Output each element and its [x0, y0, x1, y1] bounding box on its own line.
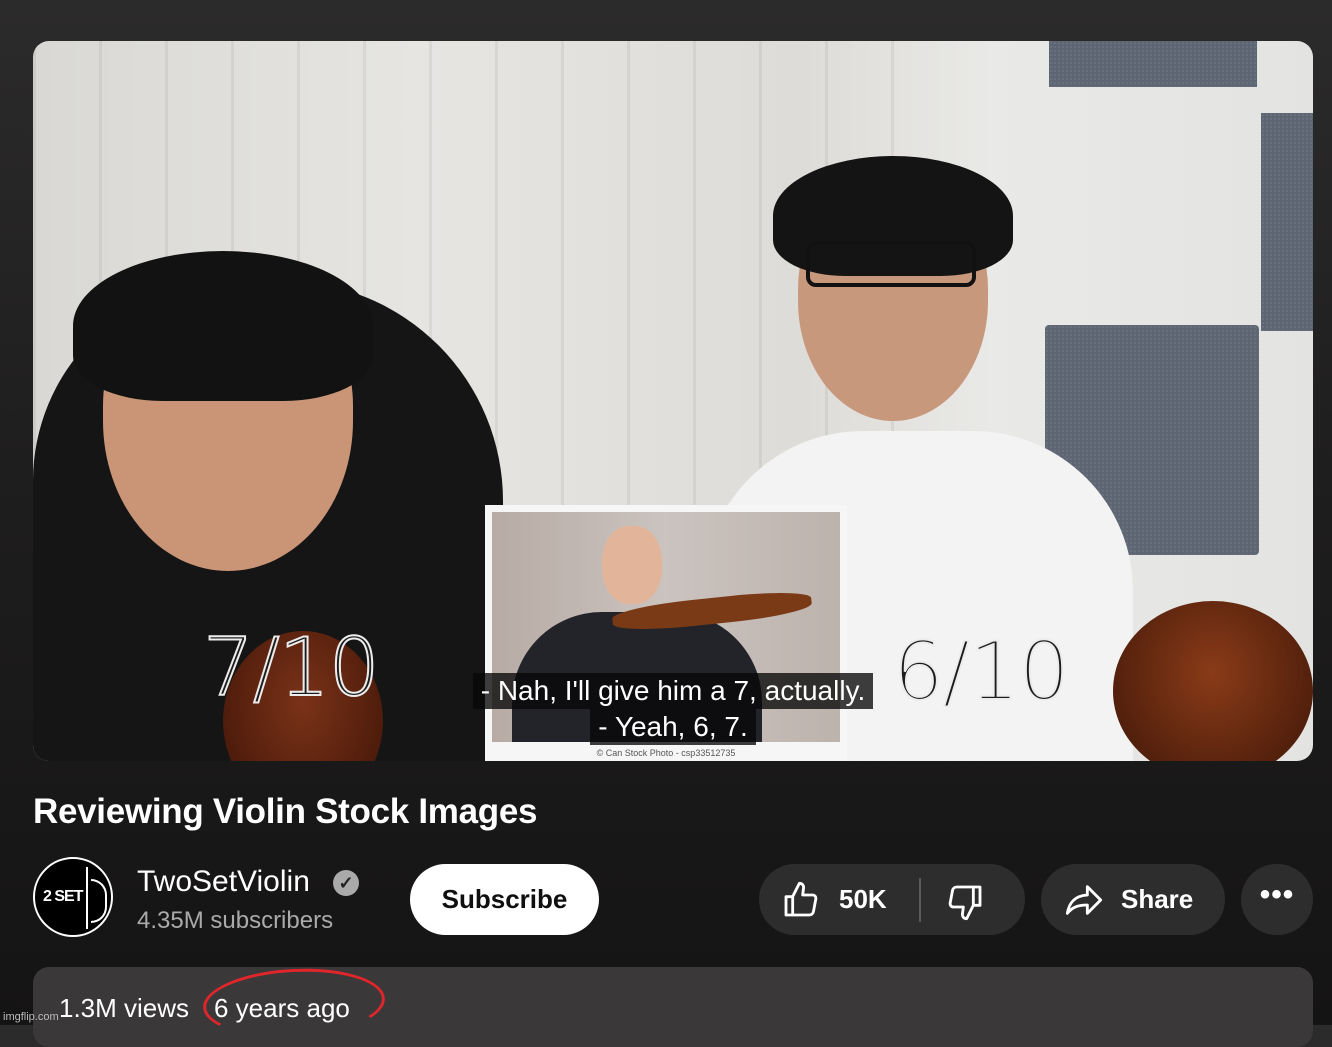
- share-label: Share: [1121, 884, 1194, 914]
- like-count[interactable]: 50K: [839, 884, 887, 915]
- like-divider: [919, 878, 921, 922]
- subtitle-line-2: - Yeah, 6, 7.: [590, 709, 756, 745]
- video-title: Reviewing Violin Stock Images: [33, 792, 538, 831]
- share-arrow-icon: [1063, 880, 1105, 925]
- acoustic-panel: [1261, 113, 1313, 331]
- video-player[interactable]: 7/10 6/10 © Can Stock Photo - csp3351273…: [33, 41, 1313, 761]
- avatar-text: 2 SET: [43, 888, 83, 905]
- channel-name[interactable]: TwoSetViolin: [137, 865, 310, 899]
- acoustic-panel: [1049, 41, 1257, 87]
- subscriber-count: 4.35M subscribers: [137, 907, 334, 934]
- subtitle-line-1: - Nah, I'll give him a 7, actually.: [472, 673, 874, 709]
- imgflip-watermark: imgflip.com: [3, 1011, 59, 1023]
- more-dots-icon: •••: [1259, 878, 1295, 911]
- view-count: 1.3M views: [59, 993, 190, 1023]
- thumbs-up-icon[interactable]: [781, 880, 821, 925]
- thumbs-down-icon[interactable]: [945, 882, 985, 927]
- more-actions-button[interactable]: •••: [1241, 864, 1313, 935]
- like-dislike-group: 50K: [759, 864, 1025, 935]
- person-left-hair: [73, 251, 373, 401]
- subtitles: - Nah, I'll give him a 7, actually. - Ye…: [33, 673, 1313, 745]
- channel-avatar[interactable]: 2 SET: [33, 857, 113, 937]
- verified-check-icon: ✓: [333, 870, 359, 896]
- stock-credit: © Can Stock Photo - csp33512735: [596, 748, 736, 758]
- avatar-arc: [91, 879, 107, 923]
- share-button[interactable]: Share: [1041, 864, 1225, 935]
- avatar-divider: [86, 867, 88, 929]
- glasses: [806, 241, 976, 287]
- description-box[interactable]: 1.3M views 6 years ago: [33, 964, 1313, 1047]
- subscribe-button[interactable]: Subscribe: [410, 864, 599, 935]
- red-annotation-circle: [201, 964, 387, 1042]
- stock-violinist-face: [602, 526, 662, 604]
